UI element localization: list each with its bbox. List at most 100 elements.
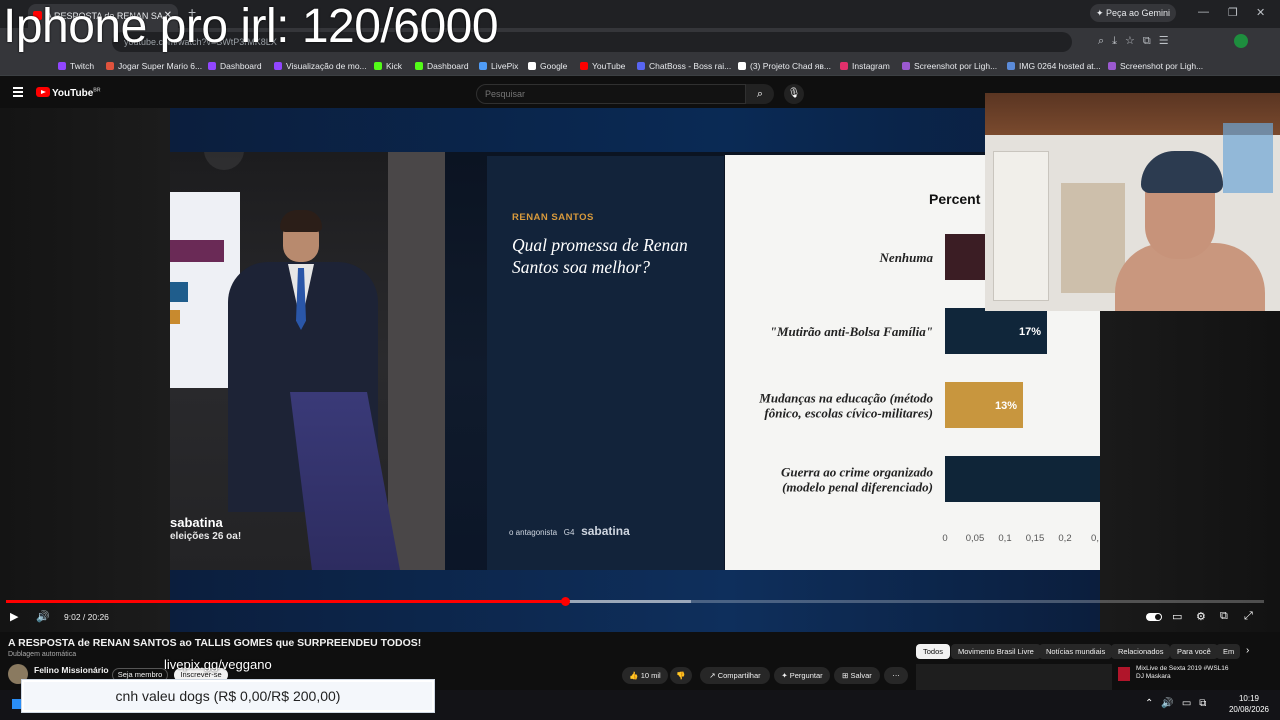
- chart-tick-label: 0,15: [1026, 533, 1045, 544]
- thumbs-up-icon: 👍: [629, 671, 641, 680]
- voice-search-button[interactable]: 🎙: [784, 84, 804, 104]
- miniplayer-icon[interactable]: ⧉: [1220, 610, 1228, 623]
- settings-gear-icon[interactable]: ⚙: [1196, 610, 1206, 623]
- bookmark-label: (3) Projeto Chad яв...: [750, 61, 831, 71]
- bookmark-label: Jogar Super Mario 6...: [118, 61, 203, 71]
- video-title: A RESPOSTA de RENAN SANTOS ao TALLIS GOM…: [8, 637, 422, 649]
- sabatina-logo: sabatina eleições 26 oa!: [170, 516, 241, 544]
- filter-chip[interactable]: Em: [1216, 644, 1240, 659]
- g4-logo: G4: [563, 528, 575, 537]
- chart-data-label: 13%: [995, 400, 1017, 412]
- bookmark-item[interactable]: (3) Projeto Chad яв...: [738, 58, 831, 74]
- autoplay-toggle[interactable]: [1146, 613, 1162, 621]
- youtube-logo[interactable]: YouTubeBR: [36, 87, 101, 99]
- youtube-play-icon: [36, 87, 50, 97]
- share-button[interactable]: ↗ Compartilhar: [700, 667, 770, 684]
- recommended-thumbnail[interactable]: [916, 664, 1112, 690]
- filter-chip[interactable]: Notícias mundiais: [1039, 644, 1113, 659]
- bookmark-favicon-icon: [58, 62, 66, 70]
- bookmark-label: Screenshot por Ligh...: [1120, 61, 1204, 71]
- bookmark-favicon-icon: [208, 62, 216, 70]
- bookmark-item[interactable]: Dashboard: [208, 58, 262, 74]
- chips-next-icon[interactable]: ›: [1246, 645, 1249, 656]
- filter-chip[interactable]: Todos: [916, 644, 951, 659]
- stage-pillar: [388, 152, 445, 570]
- bookmark-item[interactable]: YouTube: [580, 58, 625, 74]
- minimize-icon[interactable]: —: [1198, 6, 1209, 18]
- thumbs-down-icon: 👎: [676, 671, 686, 680]
- bookmark-item[interactable]: Screenshot por Ligh...: [902, 58, 997, 74]
- gemini-button[interactable]: ✦ Peça ao Gemini: [1090, 4, 1176, 22]
- question-text: Qual promessa de Renan Santos soa melhor…: [512, 235, 688, 277]
- taskbar-clock[interactable]: 10:19 20/08/2026: [1222, 693, 1276, 715]
- webcam-clothes: [1223, 123, 1273, 193]
- bookmark-item[interactable]: Jogar Super Mario 6...: [106, 58, 202, 74]
- chart-tick-label: 0: [942, 533, 947, 544]
- bookmark-favicon-icon: [1007, 62, 1015, 70]
- donation-goal-overlay: cnh valeu dogs (R$ 0,00/R$ 200,00): [22, 680, 434, 712]
- bookmark-favicon-icon: [637, 62, 645, 70]
- fullscreen-icon[interactable]: ⤢: [1244, 610, 1253, 623]
- search-input[interactable]: [476, 84, 746, 104]
- bookmark-favicon-icon: [528, 62, 536, 70]
- time-display: 9:02 / 20:26: [64, 612, 109, 622]
- like-button[interactable]: 👍 10 mil: [622, 667, 668, 684]
- bookmark-favicon-icon: [580, 62, 588, 70]
- more-actions-button[interactable]: ⋯: [884, 667, 908, 684]
- speaker-hair: [280, 210, 322, 232]
- progress-bar[interactable]: [6, 597, 1264, 606]
- bookmark-favicon-icon: [106, 62, 114, 70]
- bookmark-item[interactable]: Google: [528, 58, 567, 74]
- sabatina-small-logo: sabatina: [581, 524, 630, 538]
- bookmark-item[interactable]: IMG 0264 hosted at...: [1007, 58, 1101, 74]
- stream-overlay-title: Iphone pro irl: 120/6000: [3, 0, 499, 53]
- recommended-title[interactable]: MixLive de Sexta 2019 #WSL16 DJ Maskara: [1136, 665, 1236, 681]
- share-label: Compartilhar: [717, 671, 761, 680]
- close-window-icon[interactable]: ✕: [1256, 6, 1265, 19]
- bookmark-item[interactable]: Dashboard: [415, 58, 469, 74]
- dislike-button[interactable]: 👎: [670, 667, 692, 684]
- bookmark-label: Twitch: [70, 61, 95, 71]
- bookmark-item[interactable]: Screenshot por Ligh...: [1108, 58, 1203, 74]
- question-footer: o antagonista G4 sabatina: [509, 524, 630, 538]
- bookmark-item[interactable]: LivePix: [479, 58, 518, 74]
- maximize-icon[interactable]: ❐: [1228, 6, 1238, 19]
- filter-chip[interactable]: Relacionados: [1111, 644, 1171, 659]
- webcam-cabinet: [1061, 183, 1125, 293]
- subtitles-icon[interactable]: ▭: [1172, 610, 1182, 623]
- toolbar-icons[interactable]: ⌕⤓☆⧉☰: [1098, 34, 1177, 48]
- bookmark-label: ChatBoss - Boss rai...: [649, 61, 732, 71]
- ask-button[interactable]: ✦ Perguntar: [774, 667, 830, 684]
- webcam-door: [993, 151, 1049, 301]
- search-button[interactable]: ⌕: [746, 84, 774, 104]
- bookmarks-bar: Twitch Jogar Super Mario 6... Dashboard Vis…: [0, 56, 1280, 76]
- bookmark-item[interactable]: Instagram: [840, 58, 890, 74]
- volume-icon[interactable]: 🔊: [36, 610, 50, 623]
- bookmark-item[interactable]: ChatBoss - Boss rai...: [637, 58, 731, 74]
- windows-start-icon[interactable]: [12, 699, 22, 709]
- chart-tick-label: 0,: [1091, 533, 1099, 544]
- system-tray-icons[interactable]: ⌃🔊▭⧉: [1145, 698, 1214, 709]
- play-icon[interactable]: ▶: [10, 610, 18, 623]
- bookmark-label: LivePix: [491, 61, 519, 71]
- bookmark-item[interactable]: Twitch: [58, 58, 94, 74]
- chart-category-label: "Mutirão anti-Bolsa Família": [770, 324, 933, 339]
- livepix-overlay: livepix.gg/veggano: [164, 657, 272, 672]
- bookmark-item[interactable]: Visualização de mo...: [274, 58, 367, 74]
- sabatina-logo-top: sabatina: [170, 515, 223, 530]
- chart-data-label: 17%: [1019, 326, 1041, 338]
- scrubber-handle[interactable]: [560, 597, 570, 606]
- filter-chip[interactable]: Para você: [1170, 644, 1218, 659]
- channel-name[interactable]: Felino Missionário: [34, 665, 109, 675]
- bookmark-label: Dashboard: [220, 61, 262, 71]
- clock-time: 10:19: [1238, 694, 1260, 703]
- hamburger-menu-icon[interactable]: [13, 87, 23, 97]
- filter-chip[interactable]: Movimento Brasil Livre: [951, 644, 1041, 659]
- bookmark-favicon-icon: [840, 62, 848, 70]
- bookmark-item[interactable]: Kick: [374, 58, 402, 74]
- save-button[interactable]: ⊞ Salvar: [834, 667, 880, 684]
- profile-avatar[interactable]: [1234, 34, 1248, 48]
- bookmark-label: Kick: [386, 61, 403, 71]
- bookmark-label: Screenshot por Ligh...: [914, 61, 998, 71]
- chart-tick-label: 0,2: [1058, 533, 1071, 544]
